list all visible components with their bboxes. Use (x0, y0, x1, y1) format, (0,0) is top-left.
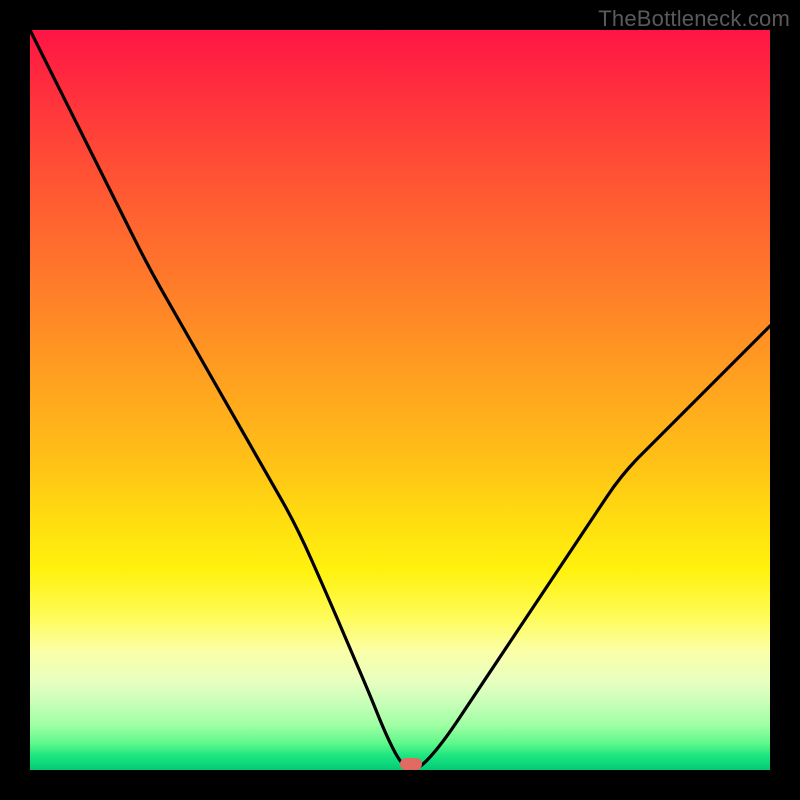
watermark-text: TheBottleneck.com (598, 6, 790, 32)
curve-path (30, 30, 770, 769)
bottleneck-curve (30, 30, 770, 770)
plot-area (30, 30, 770, 770)
optimal-marker (400, 758, 422, 770)
chart-frame: TheBottleneck.com (0, 0, 800, 800)
